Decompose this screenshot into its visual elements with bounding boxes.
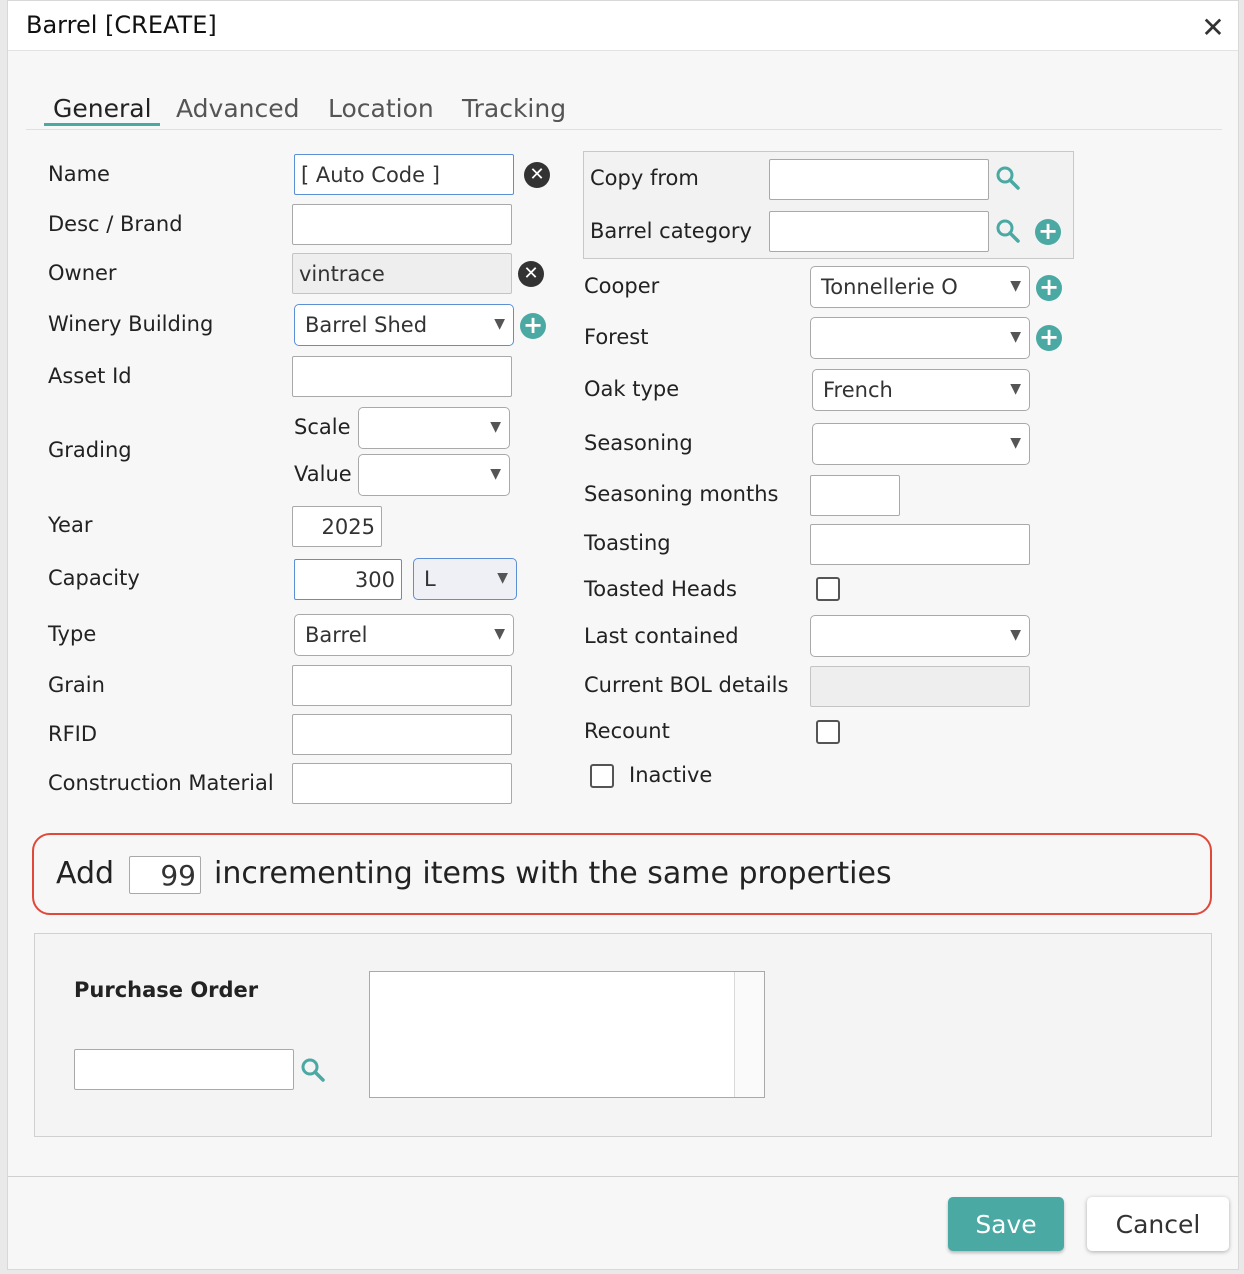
winery-building-select[interactable]: Barrel Shed ▼ — [294, 304, 514, 346]
name-label: Name — [48, 162, 110, 186]
grain-field[interactable] — [292, 665, 512, 706]
add-prefix-text: Add — [56, 856, 115, 891]
active-tab-indicator — [44, 123, 160, 126]
toasted-heads-checkbox[interactable] — [816, 577, 840, 601]
grading-label: Grading — [48, 438, 132, 462]
toasted-heads-label: Toasted Heads — [584, 577, 737, 601]
last-contained-label: Last contained — [584, 624, 739, 648]
type-value: Barrel — [305, 623, 368, 647]
chevron-down-icon: ▼ — [1010, 329, 1021, 345]
type-label: Type — [48, 622, 97, 646]
toasting-label: Toasting — [584, 531, 671, 555]
chevron-down-icon: ▼ — [497, 570, 508, 586]
capacity-unit-select[interactable]: L ▼ — [413, 558, 517, 600]
inactive-checkbox[interactable] — [590, 764, 614, 788]
copy-from-label: Copy from — [590, 166, 699, 190]
last-contained-select[interactable]: ▼ — [810, 615, 1030, 657]
construction-material-label: Construction Material — [48, 771, 274, 795]
search-icon[interactable] — [300, 1057, 326, 1083]
recount-label: Recount — [584, 719, 670, 743]
tab-tracking[interactable]: Tracking — [462, 94, 566, 123]
construction-material-field[interactable] — [292, 763, 512, 804]
scale-select[interactable]: ▼ — [358, 407, 510, 449]
scale-label: Scale — [294, 415, 351, 439]
search-icon[interactable] — [995, 165, 1021, 191]
desc-brand-field[interactable] — [292, 204, 512, 245]
grain-label: Grain — [48, 673, 105, 697]
year-label: Year — [48, 513, 93, 537]
desc-brand-label: Desc / Brand — [48, 212, 183, 236]
capacity-field[interactable]: 300 — [294, 559, 402, 600]
search-icon[interactable] — [995, 218, 1021, 244]
barrel-category-label: Barrel category — [590, 219, 752, 243]
oak-type-label: Oak type — [584, 377, 680, 401]
copy-from-field[interactable] — [769, 159, 989, 200]
toasting-field[interactable] — [810, 524, 1030, 565]
asset-id-field[interactable] — [292, 356, 512, 397]
capacity-label: Capacity — [48, 566, 140, 590]
chevron-down-icon: ▼ — [1010, 381, 1021, 397]
name-field[interactable]: [ Auto Code ] — [294, 154, 514, 195]
clear-name-icon[interactable]: ✕ — [524, 162, 550, 188]
footer-divider — [8, 1176, 1238, 1177]
cooper-select[interactable]: Tonnellerie O ▼ — [810, 266, 1030, 308]
inactive-label: Inactive — [629, 763, 713, 787]
chevron-down-icon: ▼ — [1010, 435, 1021, 451]
add-cooper-icon[interactable]: + — [1036, 275, 1062, 301]
tab-bar: General Advanced Location Tracking — [26, 86, 1222, 130]
clear-owner-icon[interactable]: ✕ — [518, 261, 544, 287]
seasoning-months-label: Seasoning months — [584, 482, 779, 506]
add-winery-building-icon[interactable]: + — [520, 313, 546, 339]
value-label: Value — [294, 462, 352, 486]
forest-select[interactable]: ▼ — [810, 317, 1030, 359]
chevron-down-icon: ▼ — [490, 419, 501, 435]
barrel-category-field[interactable] — [769, 211, 989, 252]
oak-type-value: French — [823, 378, 893, 402]
winery-building-value: Barrel Shed — [305, 313, 428, 337]
purchase-order-list[interactable] — [369, 971, 765, 1098]
grading-value-select[interactable]: ▼ — [358, 454, 510, 496]
cancel-button[interactable]: Cancel — [1087, 1197, 1229, 1251]
seasoning-label: Seasoning — [584, 431, 693, 455]
cooper-value: Tonnellerie O — [821, 275, 958, 299]
asset-id-label: Asset Id — [48, 364, 132, 388]
owner-label: Owner — [48, 261, 117, 285]
dialog-title: Barrel [CREATE] — [26, 11, 217, 39]
winery-building-label: Winery Building — [48, 312, 214, 336]
chevron-down-icon: ▼ — [1010, 278, 1021, 294]
add-barrel-category-icon[interactable]: + — [1035, 219, 1061, 245]
seasoning-months-field[interactable] — [810, 475, 900, 516]
purchase-order-label: Purchase Order — [74, 978, 259, 1002]
add-count-field[interactable]: 99 — [129, 856, 201, 894]
tab-location[interactable]: Location — [328, 94, 434, 123]
seasoning-select[interactable]: ▼ — [812, 423, 1030, 465]
save-button[interactable]: Save — [948, 1197, 1064, 1251]
chevron-down-icon: ▼ — [494, 626, 505, 642]
chevron-down-icon: ▼ — [494, 316, 505, 332]
chevron-down-icon: ▼ — [490, 466, 501, 482]
forest-label: Forest — [584, 325, 649, 349]
capacity-unit-value: L — [424, 567, 436, 591]
current-bol-label: Current BOL details — [584, 673, 789, 697]
purchase-order-search-field[interactable] — [74, 1049, 294, 1090]
current-bol-field[interactable] — [810, 666, 1030, 707]
oak-type-select[interactable]: French ▼ — [812, 369, 1030, 411]
tab-general[interactable]: General — [53, 94, 152, 123]
owner-field[interactable]: vintrace — [292, 253, 512, 294]
add-forest-icon[interactable]: + — [1036, 325, 1062, 351]
tab-advanced[interactable]: Advanced — [176, 94, 300, 123]
close-icon[interactable]: ✕ — [1200, 14, 1226, 42]
rfid-field[interactable] — [292, 714, 512, 755]
chevron-down-icon: ▼ — [1010, 627, 1021, 643]
purchase-order-list-scrollbar[interactable] — [734, 972, 764, 1097]
recount-checkbox[interactable] — [816, 720, 840, 744]
barrel-create-dialog: Barrel [CREATE] ✕ General Advanced Locat… — [7, 0, 1239, 1270]
rfid-label: RFID — [48, 722, 98, 746]
year-field[interactable]: 2025 — [292, 506, 382, 547]
cooper-label: Cooper — [584, 274, 660, 298]
add-suffix-text: incrementing items with the same propert… — [214, 856, 892, 891]
dialog-titlebar: Barrel [CREATE] ✕ — [8, 1, 1238, 51]
type-select[interactable]: Barrel ▼ — [294, 614, 514, 656]
